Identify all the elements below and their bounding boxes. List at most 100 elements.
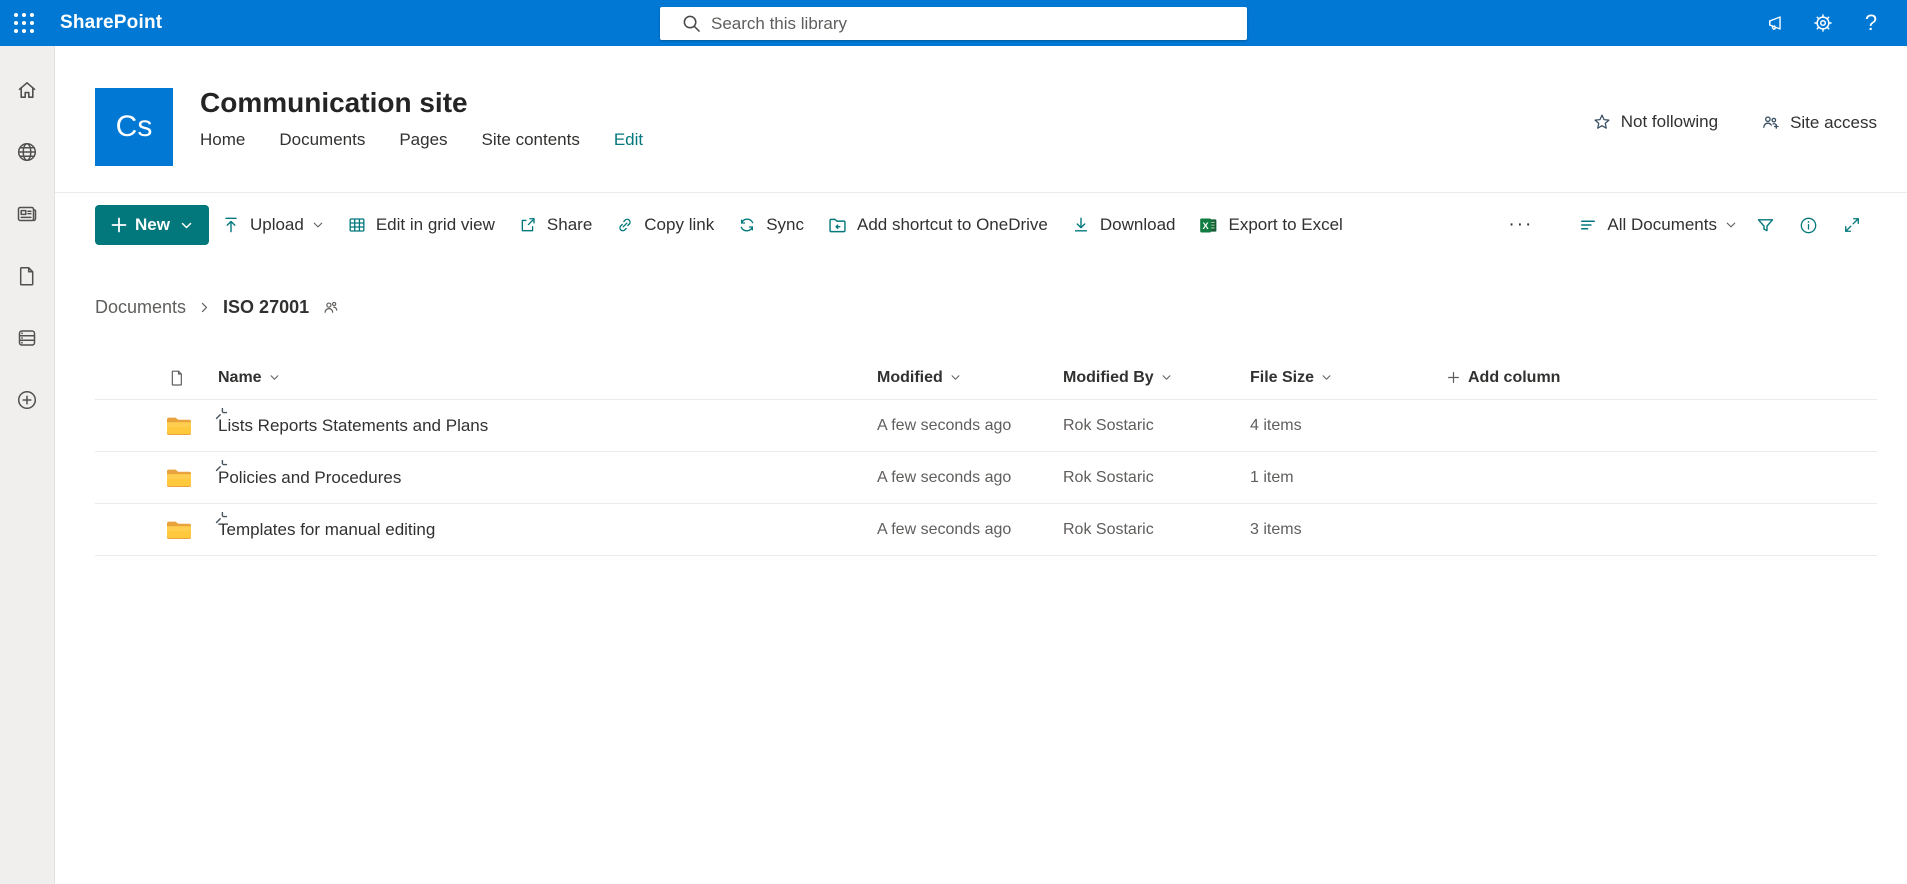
modified-by-value[interactable]: Rok Sostaric — [1063, 521, 1250, 539]
add-shortcut-onedrive-button[interactable]: Add shortcut to OneDrive — [816, 205, 1059, 245]
new-item-sparkle-icon — [215, 457, 228, 477]
chevron-down-icon — [1726, 222, 1736, 228]
site-title[interactable]: Communication site — [200, 88, 677, 118]
folder-row[interactable]: Policies and Procedures A few seconds ag… — [95, 452, 1877, 504]
modified-value: A few seconds ago — [877, 416, 1012, 434]
share-button[interactable]: Share — [507, 205, 603, 245]
folder-members-button[interactable] — [321, 298, 340, 317]
star-icon — [1594, 114, 1610, 129]
sync-button[interactable]: Sync — [726, 205, 815, 245]
expand-view-button[interactable] — [1835, 205, 1877, 245]
chevron-right-icon — [198, 301, 211, 314]
search-box[interactable] — [660, 7, 1247, 40]
question-mark-icon: ? — [1864, 10, 1878, 35]
left-app-bar — [0, 46, 55, 884]
document-library-list: Name Modified Modified By File Size Add … — [95, 356, 1877, 556]
site-logo[interactable]: Cs — [95, 88, 173, 166]
folder-name[interactable]: Templates for manual editing — [218, 520, 435, 540]
nav-item-pages[interactable]: Pages — [399, 130, 447, 150]
excel-icon: X — [1200, 218, 1217, 232]
details-info-button[interactable] — [1792, 205, 1834, 245]
appbar-create-button[interactable] — [3, 376, 51, 424]
add-column-button[interactable]: Add column — [1447, 369, 1877, 387]
column-header-name[interactable]: Name — [218, 369, 877, 387]
chevron-down-icon — [181, 222, 192, 228]
folder-row[interactable]: Lists Reports Statements and Plans A few… — [95, 400, 1877, 452]
site-access-button[interactable]: Site access — [1760, 112, 1877, 133]
appbar-lists-button[interactable] — [3, 314, 51, 362]
app-launcher-waffle-icon[interactable] — [0, 0, 48, 46]
filter-button[interactable] — [1749, 205, 1791, 245]
column-header-modified[interactable]: Modified — [877, 369, 1063, 387]
column-header-file-size[interactable]: File Size — [1250, 369, 1447, 387]
appbar-files-button[interactable] — [3, 252, 51, 300]
more-commands-button[interactable]: ··· — [1496, 214, 1545, 236]
shared-people-icon — [324, 301, 338, 313]
new-button[interactable]: New — [95, 205, 209, 245]
nav-item-home[interactable]: Home — [200, 130, 245, 150]
folder-icon — [167, 469, 191, 487]
main-content: Cs Communication site Home Documents Pag… — [55, 46, 1907, 884]
news-icon — [17, 206, 37, 222]
breadcrumb-documents[interactable]: Documents — [95, 297, 186, 318]
modified-by-value[interactable]: Rok Sostaric — [1063, 469, 1250, 487]
chevron-down-icon — [1162, 375, 1171, 380]
add-shortcut-label: Add shortcut to OneDrive — [857, 215, 1048, 234]
site-header: Cs Communication site Home Documents Pag… — [55, 46, 1907, 193]
file-type-column-header[interactable] — [167, 368, 218, 388]
column-header-modified-by[interactable]: Modified By — [1063, 369, 1250, 387]
modified-by-value[interactable]: Rok Sostaric — [1063, 417, 1250, 435]
folder-icon — [167, 417, 191, 435]
list-header-row: Name Modified Modified By File Size Add … — [95, 356, 1877, 400]
plus-circle-icon — [17, 390, 37, 410]
sync-icon — [740, 218, 754, 232]
megaphone-icon — [1769, 16, 1781, 30]
export-to-excel-button[interactable]: X Export to Excel — [1187, 205, 1353, 245]
gear-icon — [1814, 14, 1832, 32]
new-item-sparkle-icon — [215, 405, 228, 425]
command-bar-right: ··· All Documents — [1496, 205, 1877, 245]
upload-icon — [225, 217, 237, 233]
modified-value: A few seconds ago — [877, 468, 1012, 486]
upload-label: Upload — [249, 215, 304, 234]
view-selector-button[interactable]: All Documents — [1567, 205, 1748, 245]
appbar-home-button[interactable] — [3, 66, 51, 114]
follow-button[interactable]: Not following — [1592, 112, 1718, 132]
download-button[interactable]: Download — [1060, 205, 1187, 245]
announcements-button[interactable] — [1751, 0, 1799, 46]
folder-name[interactable]: Policies and Procedures — [218, 468, 401, 488]
nav-item-site-contents[interactable]: Site contents — [482, 130, 580, 150]
document-icon — [19, 267, 34, 286]
filter-funnel-icon — [1757, 218, 1774, 231]
link-icon — [619, 218, 631, 232]
folder-name[interactable]: Lists Reports Statements and Plans — [218, 416, 488, 436]
svg-text:X: X — [1203, 221, 1210, 231]
plus-icon — [1448, 372, 1459, 383]
chevron-down-icon — [313, 222, 323, 228]
search-input[interactable] — [711, 13, 1237, 34]
edit-in-grid-view-button[interactable]: Edit in grid view — [336, 205, 506, 245]
breadcrumb-current-folder[interactable]: ISO 27001 — [223, 297, 309, 318]
appbar-news-button[interactable] — [3, 190, 51, 238]
upload-button[interactable]: Upload — [210, 205, 335, 245]
people-add-icon — [1763, 116, 1779, 129]
view-lines-icon — [1581, 220, 1596, 230]
folder-row[interactable]: Templates for manual editing A few secon… — [95, 504, 1877, 556]
nav-item-edit[interactable]: Edit — [614, 130, 643, 150]
copy-link-button[interactable]: Copy link — [604, 205, 725, 245]
edit-grid-label: Edit in grid view — [375, 215, 495, 234]
follow-label: Not following — [1620, 112, 1719, 131]
help-button[interactable]: ? — [1847, 0, 1895, 46]
appbar-sites-button[interactable] — [3, 128, 51, 176]
command-bar: New Upload Edit in grid view Share Copy … — [55, 193, 1907, 249]
chevron-down-icon — [951, 375, 960, 380]
new-item-sparkle-icon — [215, 509, 228, 529]
file-size-value: 3 items — [1250, 520, 1302, 538]
share-icon — [521, 218, 535, 232]
app-name[interactable]: SharePoint — [60, 12, 162, 34]
modified-value: A few seconds ago — [877, 520, 1012, 538]
grid-icon — [349, 218, 365, 232]
export-excel-label: Export to Excel — [1228, 215, 1343, 234]
settings-button[interactable] — [1799, 0, 1847, 46]
nav-item-documents[interactable]: Documents — [279, 130, 365, 150]
